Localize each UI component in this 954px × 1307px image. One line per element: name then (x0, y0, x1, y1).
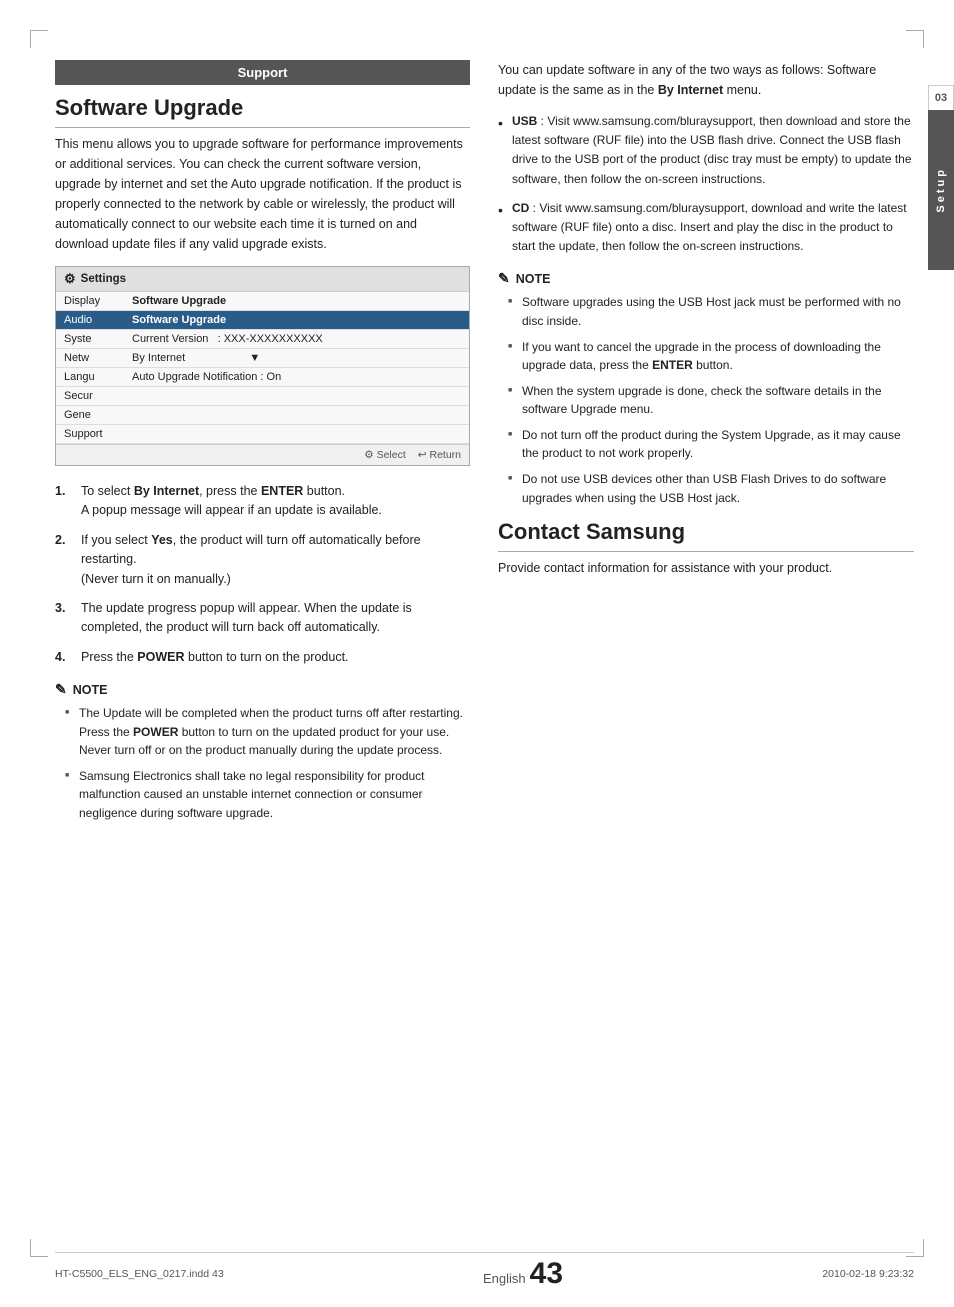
left-note-item-2: Samsung Electronics shall take no legal … (69, 767, 470, 823)
right-note-item-3: When the system upgrade is done, check t… (512, 382, 914, 419)
sidebar-tab: Setup (928, 110, 954, 270)
right-note-section: ✎ NOTE Software upgrades using the USB H… (498, 270, 914, 507)
contact-samsung-title: Contact Samsung (498, 519, 914, 552)
settings-row-language: Langu Auto Upgrade Notification : On (56, 368, 469, 387)
right-note-item-1: Software upgrades using the USB Host jac… (512, 293, 914, 330)
left-note-section: ✎ NOTE The Update will be completed when… (55, 681, 470, 823)
right-note-list: Software upgrades using the USB Host jac… (498, 293, 914, 507)
left-note-list: The Update will be completed when the pr… (55, 704, 470, 823)
sidebar-chapter-number: 03 (928, 85, 954, 111)
footer-language: English (483, 1271, 526, 1286)
settings-row-security: Secur (56, 387, 469, 406)
corner-mark-bl (30, 1239, 48, 1257)
left-note-header: ✎ NOTE (55, 681, 470, 698)
left-note-item-1: The Update will be completed when the pr… (69, 704, 470, 760)
sidebar-tab-label: Setup (935, 167, 947, 213)
step-2: 2. If you select Yes, the product will t… (55, 531, 470, 589)
settings-row-network: Netw By Internet ▼ (56, 349, 469, 368)
page-footer: HT-C5500_ELS_ENG_0217.indd 43 English 43… (55, 1252, 914, 1289)
right-note-header: ✎ NOTE (498, 270, 914, 287)
bullet-cd: CD : Visit www.samsung.com/bluraysupport… (498, 199, 914, 257)
settings-row-system: Syste Current Version : XXX-XXXXXXXXXX (56, 330, 469, 349)
settings-title-bar: ⚙ Settings (56, 267, 469, 292)
section-title-software-upgrade: Software Upgrade (55, 95, 470, 128)
right-column: You can update software in any of the tw… (498, 60, 914, 1237)
settings-row-general: Gene (56, 406, 469, 425)
right-note-item-5: Do not use USB devices other than USB Fl… (512, 470, 914, 507)
settings-row-display: Display Software Upgrade (56, 292, 469, 311)
step-3: 3. The update progress popup will appear… (55, 599, 470, 638)
settings-screenshot: ⚙ Settings Display Software Upgrade Audi… (55, 266, 470, 466)
footer-right: 2010-02-18 9:23:32 (822, 1268, 914, 1280)
step-4: 4. Press the POWER button to turn on the… (55, 648, 470, 667)
settings-footer: ⚙ Select ↩ Return (56, 444, 469, 465)
left-column: Support Software Upgrade This menu allow… (55, 60, 470, 1237)
footer-page-number: 43 (530, 1259, 563, 1289)
bullet-list: USB : Visit www.samsung.com/bluraysuppor… (498, 112, 914, 256)
settings-row-audio: Audio Software Upgrade (56, 311, 469, 330)
main-content: Support Software Upgrade This menu allow… (55, 60, 914, 1237)
body-text-intro: This menu allows you to upgrade software… (55, 134, 470, 254)
steps-list: 1. To select By Internet, press the ENTE… (55, 482, 470, 667)
right-intro-text: You can update software in any of the tw… (498, 60, 914, 100)
corner-mark-tr (906, 30, 924, 48)
settings-rows: Display Software Upgrade Audio Software … (56, 292, 469, 444)
support-header: Support (55, 60, 470, 85)
right-note-item-2: If you want to cancel the upgrade in the… (512, 338, 914, 375)
bullet-usb: USB : Visit www.samsung.com/bluraysuppor… (498, 112, 914, 189)
right-note-icon: ✎ (498, 270, 510, 287)
footer-page-info: English 43 (483, 1259, 563, 1289)
gear-icon: ⚙ (64, 271, 76, 287)
right-note-item-4: Do not turn off the product during the S… (512, 426, 914, 463)
footer-left: HT-C5500_ELS_ENG_0217.indd 43 (55, 1268, 224, 1280)
step-1: 1. To select By Internet, press the ENTE… (55, 482, 470, 521)
settings-row-support: Support (56, 425, 469, 444)
note-icon: ✎ (55, 681, 67, 698)
contact-text: Provide contact information for assistan… (498, 558, 914, 578)
corner-mark-tl (30, 30, 48, 48)
